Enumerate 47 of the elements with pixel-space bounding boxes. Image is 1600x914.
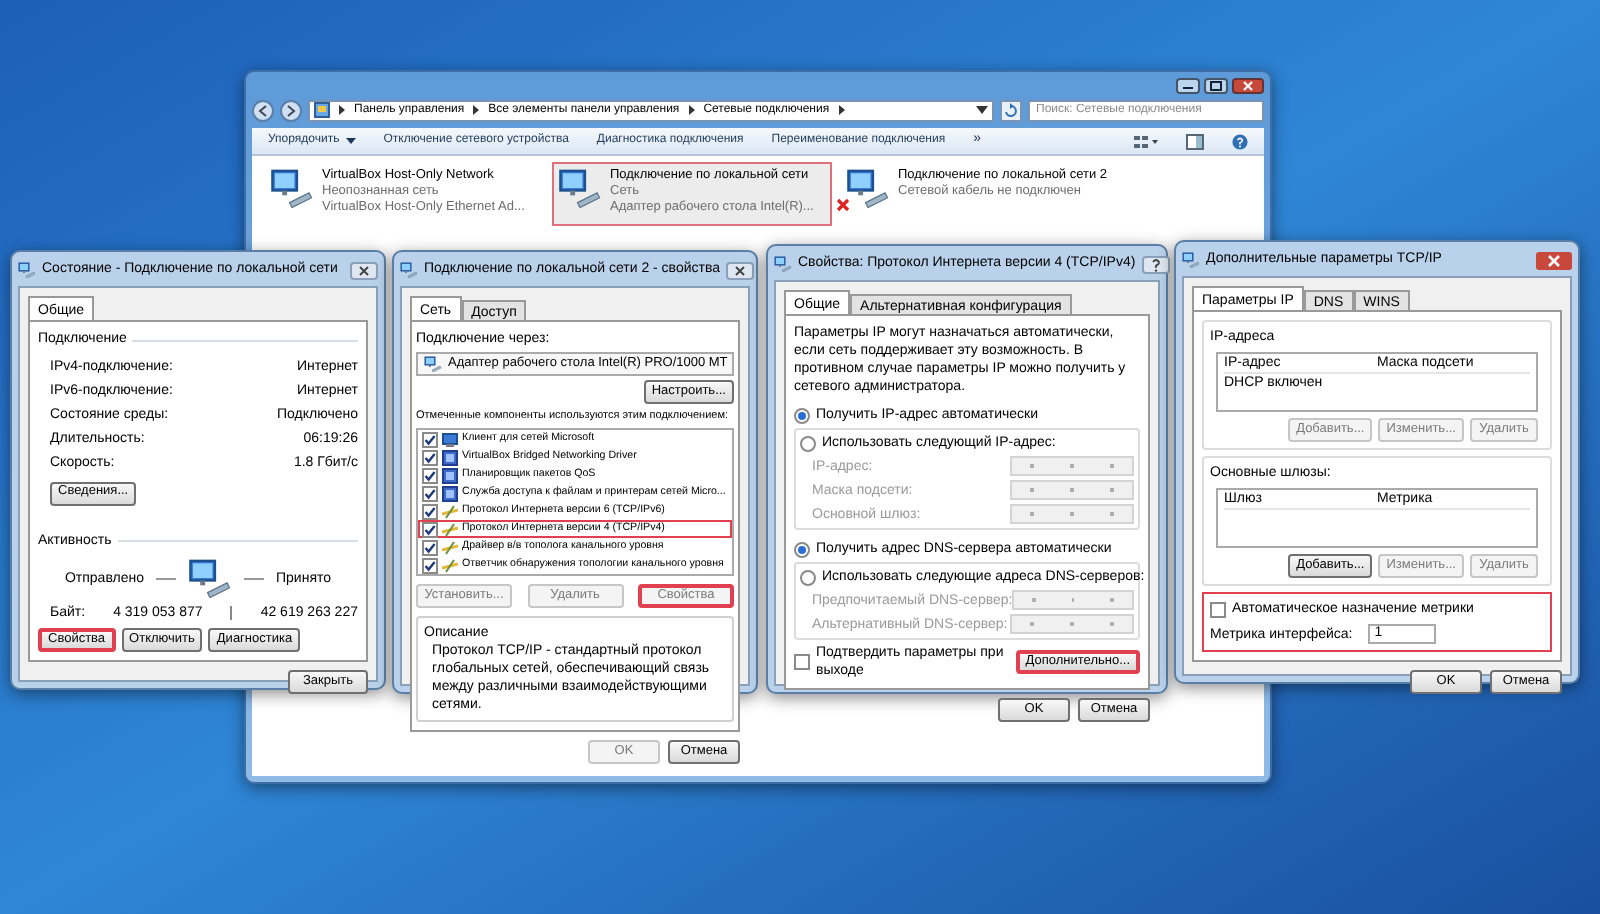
radio-button[interactable] xyxy=(800,435,816,451)
network-adapter-icon xyxy=(558,168,602,208)
close-icon[interactable] xyxy=(1232,78,1264,94)
window-icon xyxy=(774,256,792,272)
radio-button[interactable] xyxy=(800,569,816,585)
chevron-icon xyxy=(472,104,481,116)
checkbox[interactable] xyxy=(422,521,438,537)
window-icon xyxy=(1182,252,1200,268)
ip-address-field[interactable] xyxy=(1010,456,1134,476)
close-icon[interactable] xyxy=(1536,251,1572,269)
dropdown-arrow-icon[interactable] xyxy=(976,106,988,114)
control-panel-icon xyxy=(314,102,330,118)
network-adapter-icon xyxy=(846,168,890,208)
minimize-icon[interactable] xyxy=(1176,78,1200,94)
back-icon[interactable] xyxy=(252,99,274,121)
preview-pane-icon[interactable] xyxy=(1186,133,1204,149)
close-icon[interactable] xyxy=(726,261,754,279)
ip-address-field[interactable] xyxy=(1010,480,1134,500)
chevron-icon xyxy=(338,104,346,116)
checkbox[interactable] xyxy=(422,449,438,465)
dns-address-field[interactable] xyxy=(1010,614,1134,634)
network-adapter-icon xyxy=(424,356,442,372)
help-icon[interactable] xyxy=(1141,255,1170,273)
network-adapter-icon xyxy=(270,168,314,208)
close-icon[interactable] xyxy=(350,261,378,279)
window-icon xyxy=(18,262,36,278)
view-options-icon[interactable] xyxy=(1134,133,1158,149)
checkbox[interactable] xyxy=(422,431,438,447)
checkbox[interactable] xyxy=(422,467,438,483)
window-icon xyxy=(400,262,418,278)
radio-button[interactable] xyxy=(794,541,810,557)
forward-icon[interactable] xyxy=(280,99,302,121)
help-icon[interactable] xyxy=(1232,133,1248,149)
checkbox[interactable] xyxy=(422,539,438,555)
refresh-icon[interactable] xyxy=(1000,99,1022,121)
checkbox[interactable] xyxy=(422,485,438,501)
chevron-icon xyxy=(687,104,696,116)
radio-button[interactable] xyxy=(794,407,810,423)
dns-address-field[interactable] xyxy=(1012,590,1134,610)
checkbox[interactable] xyxy=(1210,601,1226,617)
checkbox[interactable] xyxy=(794,654,810,670)
chevron-icon xyxy=(837,104,846,116)
ip-address-field[interactable] xyxy=(1010,504,1134,524)
maximize-icon[interactable] xyxy=(1204,78,1228,94)
network-computers-icon xyxy=(188,558,232,598)
checkbox[interactable] xyxy=(422,557,438,573)
checkbox[interactable] xyxy=(422,503,438,519)
